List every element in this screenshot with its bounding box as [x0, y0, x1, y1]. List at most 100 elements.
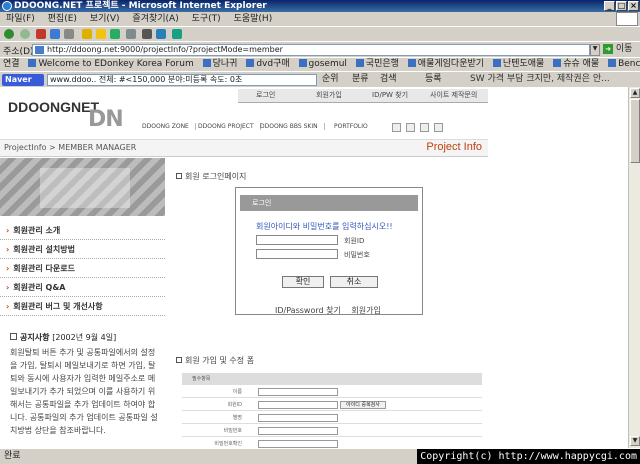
- links-label: 연결: [3, 59, 20, 69]
- vertical-scrollbar[interactable]: ▲ ▼: [628, 87, 640, 448]
- bookmark-icon[interactable]: [434, 123, 443, 132]
- sidebar-item-download[interactable]: 회원관리 다운로드: [0, 259, 165, 278]
- site-logo[interactable]: DDOONGNET: [8, 99, 99, 115]
- window-title: DDOONG.NET 프로젝트 - Microsoft Internet Exp…: [14, 1, 267, 11]
- field-label: 회원ID: [227, 402, 242, 408]
- scroll-thumb[interactable]: [630, 99, 640, 163]
- naver-search-input[interactable]: www.ddoo.. 전체: #<150,000 분야:미등록 속도: 0초: [47, 74, 317, 86]
- sidebar-item-intro[interactable]: 회원관리 소개: [0, 221, 165, 240]
- naver-category-button[interactable]: 분류: [352, 72, 369, 87]
- menu-file[interactable]: 파일(F): [6, 14, 35, 24]
- address-dropdown[interactable]: ▼: [590, 44, 600, 56]
- find-id-pw-link[interactable]: ID/Password 찾기: [275, 306, 341, 315]
- register-form-header: 필수항목: [182, 373, 482, 385]
- scroll-up-icon[interactable]: ▲: [630, 88, 640, 98]
- link-item[interactable]: 슈슈 애물: [553, 58, 599, 71]
- member-id-label: 회원ID: [344, 237, 365, 245]
- nav-login[interactable]: 로그인: [256, 90, 275, 100]
- subnav-zone[interactable]: DDOONG ZONE: [142, 123, 196, 130]
- status-text: 완료: [4, 451, 21, 461]
- notice-title: 공지사항 [2002년 9월 4일]: [10, 332, 160, 343]
- field-label: 별명: [232, 415, 242, 421]
- back-icon[interactable]: [4, 29, 14, 39]
- nav-inquiry[interactable]: 사이트 제작문의: [430, 90, 477, 100]
- link-icon: [407, 59, 416, 67]
- forward-icon[interactable]: [20, 29, 30, 39]
- search-icon[interactable]: [82, 29, 92, 39]
- sidebar-item-bugs[interactable]: 회원관리 버그 및 개선사항: [0, 297, 165, 316]
- history-icon[interactable]: [110, 29, 120, 39]
- field-label: 비밀번호확인: [214, 441, 242, 447]
- menu-bar: 파일(F) 편집(E) 보기(V) 즐겨찾기(A) 도구(T) 도움말(H): [0, 12, 640, 26]
- banner-image: [0, 158, 165, 216]
- go-button[interactable]: ➜ 이동: [603, 44, 638, 56]
- sitemap-icon[interactable]: [420, 123, 429, 132]
- window-title-bar: DDOONG.NET 프로젝트 - Microsoft Internet Exp…: [0, 0, 640, 12]
- section-title: Project Info: [426, 141, 482, 153]
- member-id-input[interactable]: [256, 235, 338, 245]
- link-item[interactable]: Benchbee: [608, 58, 640, 71]
- home-icon[interactable]: [392, 123, 401, 132]
- subnav-portfolio[interactable]: PORTFOLIO: [334, 123, 374, 130]
- cancel-button[interactable]: 취소: [330, 276, 378, 288]
- name-input[interactable]: [258, 388, 338, 396]
- login-section-title: 회원 로그인페이지: [176, 171, 246, 182]
- link-item[interactable]: Welcome to EDonkey Korea Forum: [28, 58, 194, 71]
- edit-icon[interactable]: [156, 29, 166, 39]
- register-id-input[interactable]: [258, 401, 338, 409]
- password-label: 비밀번호: [344, 251, 370, 259]
- nickname-input[interactable]: [258, 414, 338, 422]
- naver-logo[interactable]: Naver: [2, 74, 44, 86]
- site-logo-dn: DN: [88, 107, 124, 132]
- navigation-toolbar: [0, 26, 640, 41]
- link-item[interactable]: dvd구매: [246, 58, 290, 71]
- subnav-bbs-skin[interactable]: DDOONG BBS SKIN: [260, 123, 325, 130]
- naver-register-button[interactable]: 등록: [425, 72, 442, 87]
- login-box-header: 로그인: [240, 195, 418, 211]
- link-item[interactable]: gosemul: [298, 58, 347, 71]
- maximize-button[interactable]: □: [616, 1, 627, 11]
- register-password-input[interactable]: [258, 427, 338, 435]
- register-row-pw: 비밀번호: [182, 425, 482, 437]
- refresh-icon[interactable]: [50, 29, 60, 39]
- menu-view[interactable]: 보기(V): [90, 14, 120, 24]
- menu-edit[interactable]: 편집(E): [48, 14, 77, 24]
- web-page: DDOONGNET DN 로그인 회원가입 ID/PW 찾기 사이트 제작문의 …: [0, 87, 628, 448]
- menu-favorites[interactable]: 즐겨찾기(A): [132, 14, 178, 24]
- naver-ad-text[interactable]: SW 가격 부담 크지만, 제작권은 안...: [470, 72, 610, 87]
- notice-date: [2002년 9월 4일]: [52, 333, 117, 342]
- naver-search-button[interactable]: 검색: [380, 72, 397, 87]
- nav-join[interactable]: 회원가입: [316, 90, 342, 100]
- favorites-icon[interactable]: [96, 29, 106, 39]
- nav-find-id[interactable]: ID/PW 찾기: [372, 90, 408, 100]
- link-item[interactable]: 난텐도애물: [492, 58, 544, 71]
- notice-panel: 공지사항 [2002년 9월 4일] 회원탈퇴 버튼 추가 및 공통파일에서의 …: [10, 332, 160, 437]
- address-bar: 주소(D) http://ddoong.net:9000/projectInfo…: [0, 41, 640, 57]
- mail-icon[interactable]: [126, 29, 136, 39]
- stop-icon[interactable]: [36, 29, 46, 39]
- join-link[interactable]: 회원가입: [351, 306, 380, 315]
- close-button[interactable]: ×: [628, 1, 639, 11]
- scroll-down-icon[interactable]: ▼: [630, 436, 640, 446]
- minimize-button[interactable]: _: [604, 1, 615, 11]
- password-input[interactable]: [256, 249, 338, 259]
- link-item[interactable]: 국민은행: [355, 58, 399, 71]
- address-input[interactable]: http://ddoong.net:9000/projectInfo/?proj…: [32, 44, 590, 56]
- confirm-button[interactable]: 확인: [282, 276, 324, 288]
- menu-help[interactable]: 도움말(H): [234, 14, 273, 24]
- naver-rank-button[interactable]: 순위: [322, 72, 339, 87]
- link-item[interactable]: 당나귀: [202, 58, 237, 71]
- home-icon[interactable]: [64, 29, 74, 39]
- messenger-icon[interactable]: [172, 29, 182, 39]
- sidebar-item-qna[interactable]: 회원관리 Q&A: [0, 278, 165, 297]
- link-item[interactable]: 애물게임다운받기: [407, 58, 484, 71]
- print-icon[interactable]: [142, 29, 152, 39]
- subnav-project[interactable]: DDOONG PROJECT: [198, 123, 261, 130]
- login-message: 회원아이디와 비밀번호를 입력하십시오!!: [256, 222, 393, 231]
- sidebar-item-install[interactable]: 회원관리 설치방법: [0, 240, 165, 259]
- id-check-button[interactable]: 아이디 중복검사: [340, 401, 386, 409]
- go-arrow-icon: ➜: [603, 44, 613, 54]
- mail-icon[interactable]: [406, 123, 415, 132]
- register-password-confirm-input[interactable]: [258, 440, 338, 448]
- menu-tools[interactable]: 도구(T): [192, 14, 221, 24]
